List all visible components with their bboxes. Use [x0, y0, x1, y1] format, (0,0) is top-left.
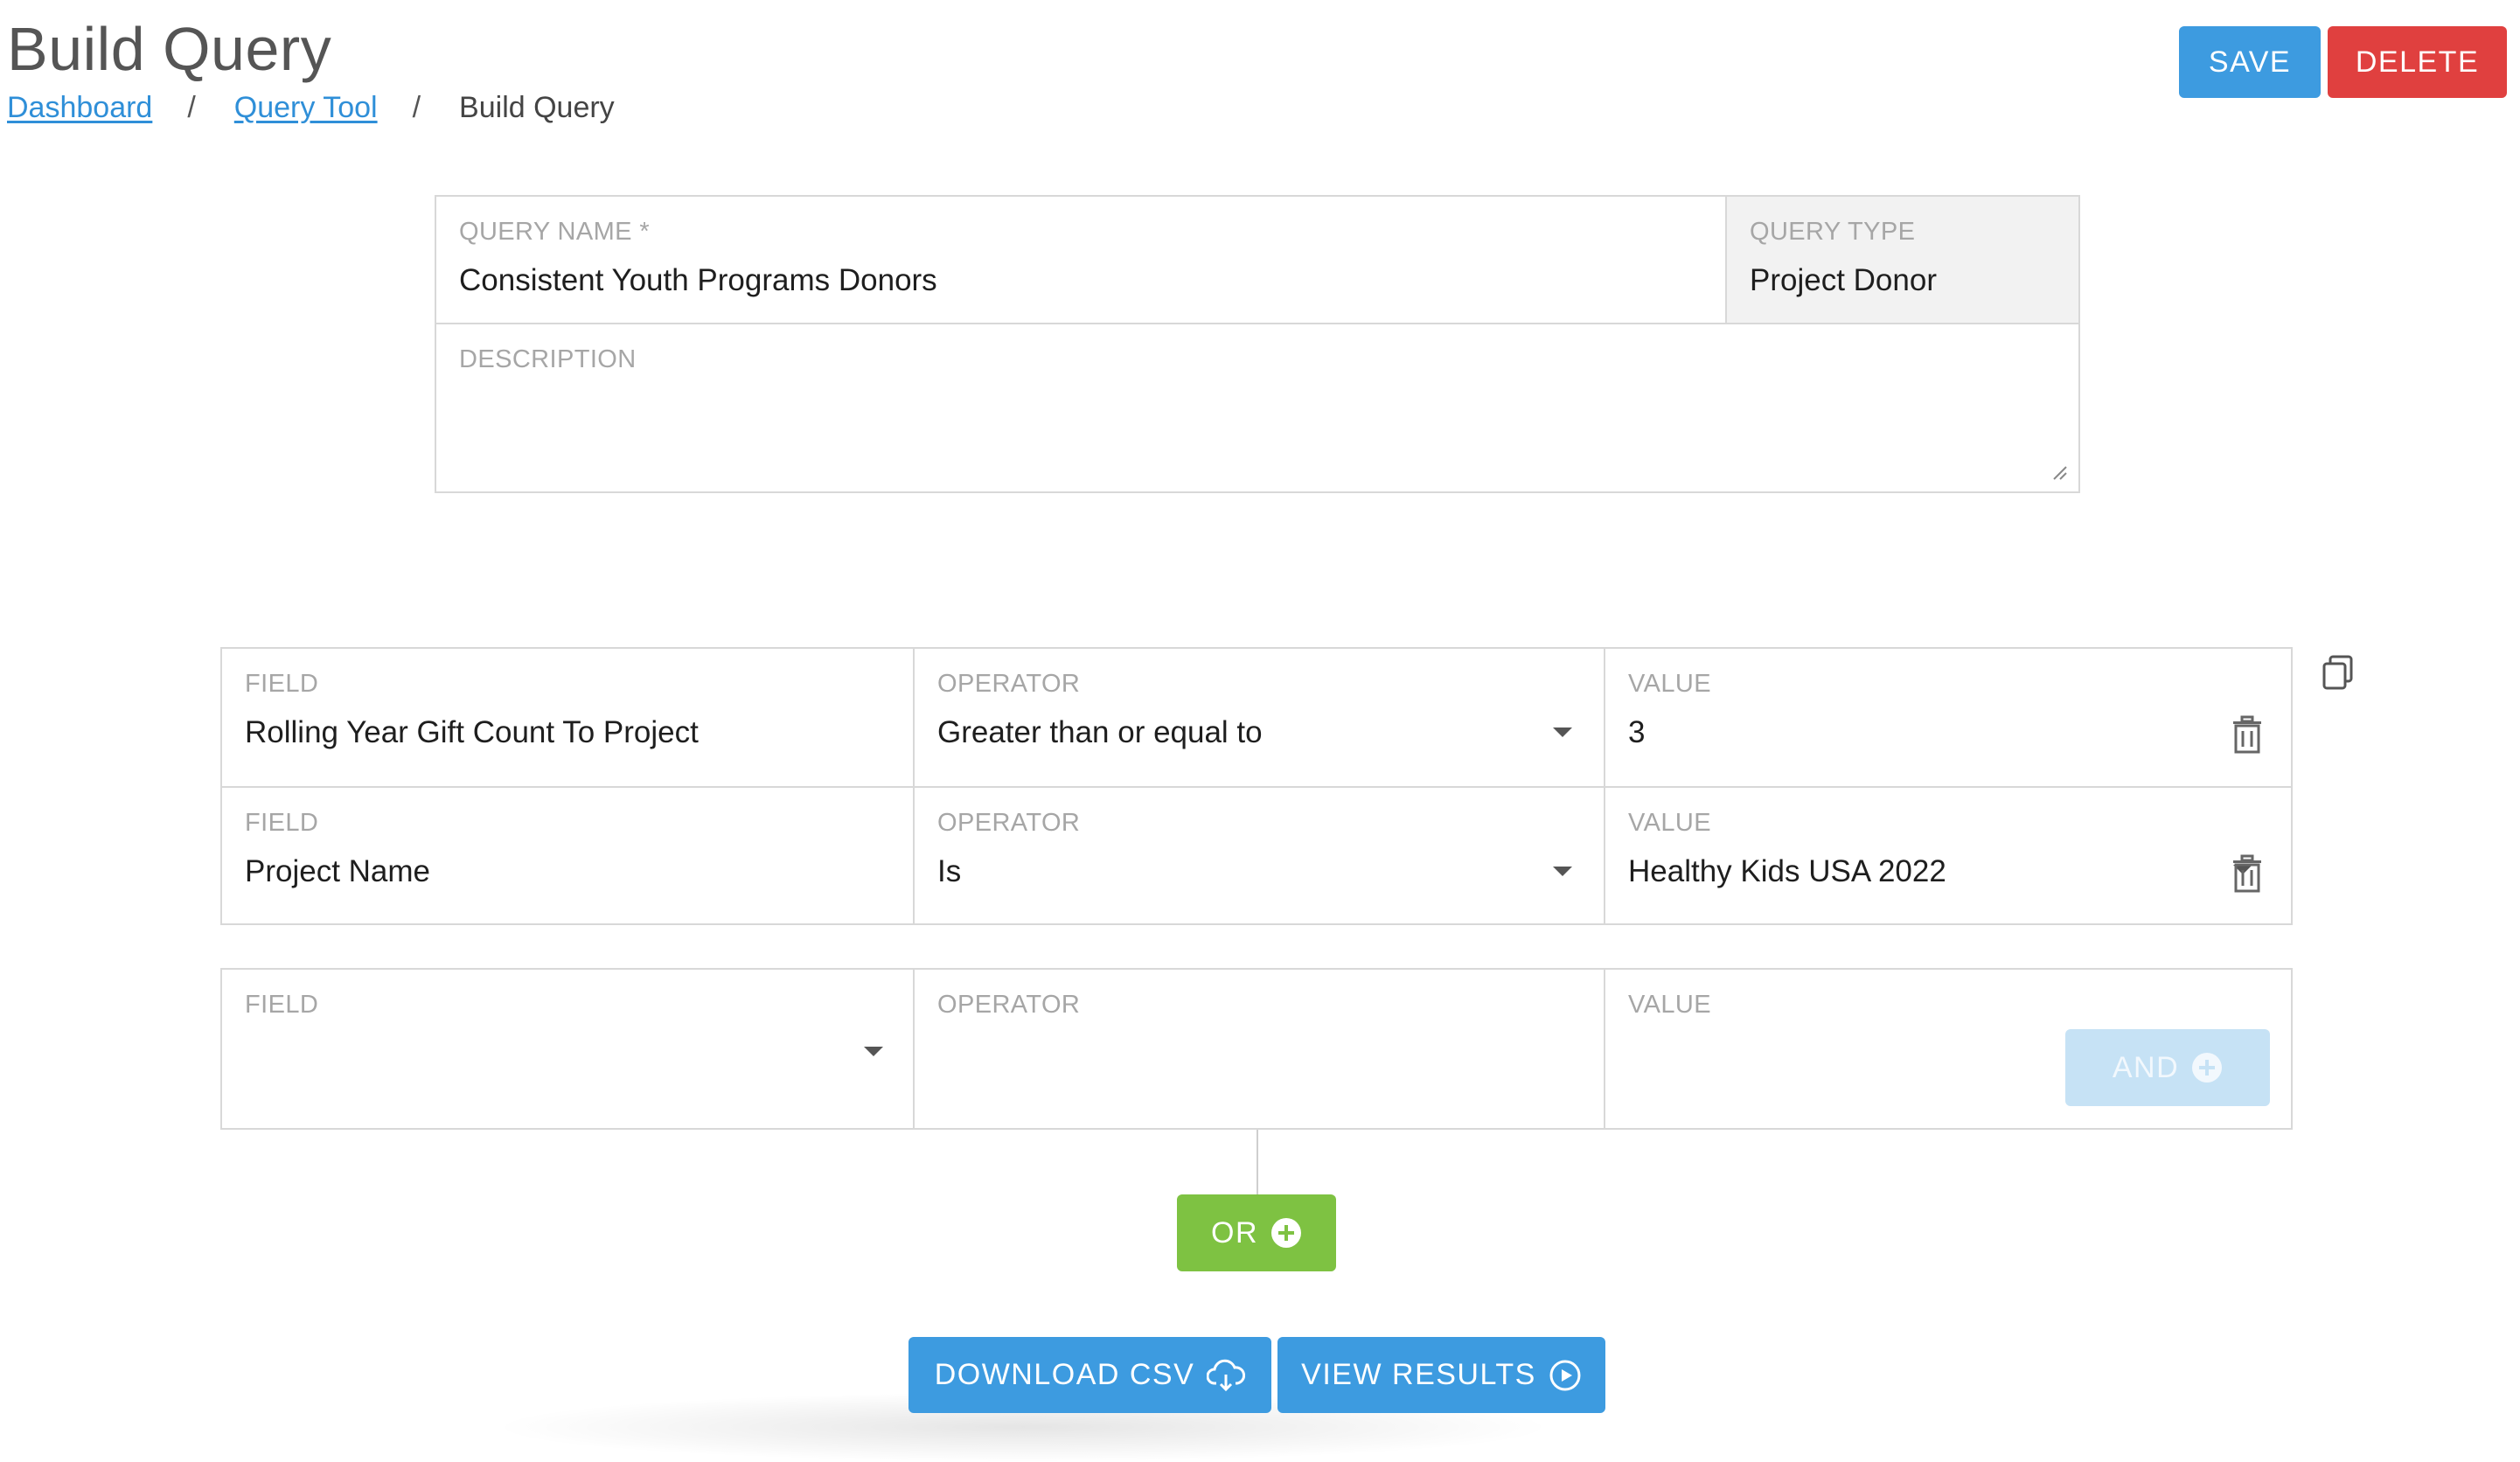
field-value: Rolling Year Gift Count To Project — [245, 715, 699, 749]
plus-circle-icon — [1271, 1218, 1301, 1248]
or-button-label: OR — [1211, 1215, 1258, 1250]
divider — [913, 649, 915, 923]
value-label: VALUE — [1628, 991, 1711, 1019]
plus-circle-icon — [2192, 1053, 2223, 1083]
operator-label: OPERATOR — [937, 991, 1081, 1019]
chevron-down-icon — [1553, 728, 1572, 737]
operator-label: OPERATOR — [937, 809, 1081, 837]
field-label: FIELD — [245, 809, 319, 837]
query-type-value: Project Donor — [1750, 263, 1937, 297]
play-circle-icon — [1549, 1360, 1581, 1390]
connector-line — [1257, 1130, 1258, 1196]
page-title: Build Query — [7, 15, 332, 83]
chevron-down-icon — [1553, 867, 1572, 876]
query-meta-card: QUERY NAME * Consistent Youth Programs D… — [435, 195, 2080, 493]
save-button[interactable]: SAVE — [2179, 26, 2321, 98]
trash-icon[interactable] — [2231, 715, 2263, 754]
new-operator-select[interactable]: OPERATOR — [915, 970, 1604, 1128]
operator-value: Is — [937, 854, 962, 888]
query-name-value: Consistent Youth Programs Donors — [459, 263, 937, 297]
condition-operator-select[interactable]: OPERATOR Greater than or equal to — [915, 649, 1604, 786]
condition-field-select[interactable]: FIELD Rolling Year Gift Count To Project — [222, 649, 913, 786]
view-results-button[interactable]: VIEW RESULTS — [1277, 1337, 1605, 1413]
copy-icon[interactable] — [2322, 654, 2355, 691]
field-label: FIELD — [245, 991, 319, 1019]
cloud-download-icon — [1207, 1359, 1246, 1391]
description-field[interactable]: DESCRIPTION — [436, 324, 2078, 491]
breadcrumb-dashboard-link[interactable]: Dashboard — [7, 91, 152, 124]
new-field-select[interactable]: FIELD — [222, 970, 913, 1128]
field-label: FIELD — [245, 670, 319, 698]
and-button[interactable]: AND — [2065, 1029, 2270, 1106]
breadcrumb: Dashboard / Query Tool / Build Query — [7, 86, 615, 129]
query-name-label: QUERY NAME * — [459, 218, 651, 246]
view-results-label: VIEW RESULTS — [1301, 1358, 1536, 1391]
value-value: 3 — [1628, 715, 1646, 749]
query-type-field: QUERY TYPE Project Donor — [1727, 197, 2078, 323]
value-value: Healthy Kids USA 2022 — [1628, 854, 1946, 888]
new-value-input[interactable]: VALUE AND — [1605, 970, 2291, 1128]
resize-grip-icon[interactable] — [2050, 463, 2068, 481]
chevron-down-icon — [864, 1047, 883, 1056]
operator-value: Greater than or equal to — [937, 715, 1263, 749]
save-button-label: SAVE — [2208, 45, 2292, 79]
breadcrumb-separator: / — [187, 91, 196, 124]
description-label: DESCRIPTION — [459, 345, 637, 373]
condition-value-select[interactable]: VALUE Healthy Kids USA 2022 — [1605, 788, 2291, 923]
new-condition-row: FIELD OPERATOR VALUE AND — [220, 968, 2293, 1130]
condition-group: FIELD Rolling Year Gift Count To Project… — [220, 647, 2293, 925]
or-button[interactable]: OR — [1177, 1194, 1336, 1271]
delete-button-label: DELETE — [2355, 45, 2480, 79]
condition-field-select[interactable]: FIELD Project Name — [222, 788, 913, 923]
and-button-label: AND — [2112, 1050, 2180, 1084]
field-value: Project Name — [245, 854, 431, 888]
trash-icon[interactable] — [2231, 854, 2263, 893]
divider — [1604, 649, 1605, 923]
download-csv-button[interactable]: DOWNLOAD CSV — [908, 1337, 1271, 1413]
condition-operator-select[interactable]: OPERATOR Is — [915, 788, 1604, 923]
breadcrumb-query-tool-link[interactable]: Query Tool — [234, 91, 378, 124]
value-label: VALUE — [1628, 670, 1711, 698]
breadcrumb-separator: / — [412, 91, 421, 124]
delete-button[interactable]: DELETE — [2328, 26, 2507, 98]
operator-label: OPERATOR — [937, 670, 1081, 698]
query-name-field[interactable]: QUERY NAME * Consistent Youth Programs D… — [436, 197, 1725, 323]
condition-value-input[interactable]: VALUE 3 — [1605, 649, 2291, 786]
query-type-label: QUERY TYPE — [1750, 218, 1916, 246]
value-label: VALUE — [1628, 809, 1711, 837]
breadcrumb-current: Build Query — [459, 91, 615, 124]
download-csv-label: DOWNLOAD CSV — [934, 1358, 1195, 1391]
